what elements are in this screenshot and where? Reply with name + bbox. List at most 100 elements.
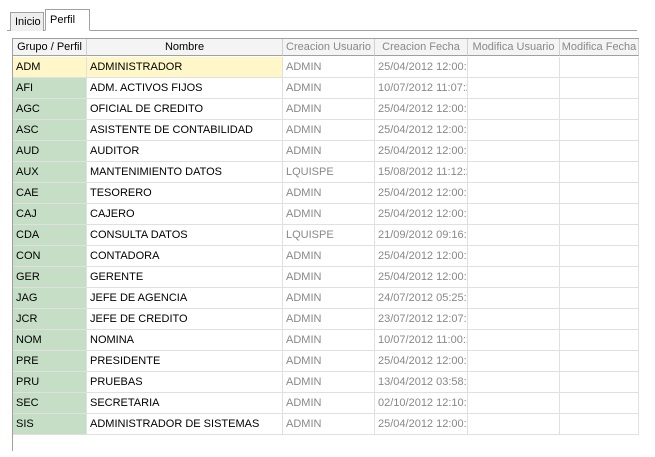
creacion-usuario-cell[interactable]: ADMIN	[283, 141, 375, 162]
column-header-nombre[interactable]: Nombre	[87, 39, 283, 56]
creacion-fecha-cell[interactable]: 25/04/2012 12:00:00	[375, 414, 468, 435]
modifica-fecha-cell[interactable]	[560, 204, 639, 225]
nombre-cell[interactable]: AUDITOR	[87, 141, 283, 162]
creacion-usuario-cell[interactable]: ADMIN	[283, 99, 375, 120]
grupo-cell[interactable]: ASC	[13, 120, 87, 141]
nombre-cell[interactable]: ADMINISTRADOR	[87, 57, 283, 78]
table-row[interactable]: CONCONTADORAADMIN25/04/2012 12:00:00	[13, 246, 639, 267]
table-row[interactable]: SIS ADMINISTRADOR DE SISTEMAS ADMIN 25/04/2…	[13, 414, 639, 435]
modifica-fecha-cell[interactable]	[560, 414, 639, 435]
modifica-fecha-cell[interactable]	[560, 141, 639, 162]
nombre-cell[interactable]: CAJERO	[87, 204, 283, 225]
grupo-cell[interactable]: CAE	[13, 183, 87, 204]
grupo-cell[interactable]: PRU	[13, 372, 87, 393]
grupo-cell[interactable]: NOM	[13, 330, 87, 351]
creacion-fecha-cell[interactable]: 25/04/2012 12:00:00	[375, 99, 468, 120]
creacion-usuario-cell[interactable]: ADMIN	[283, 288, 375, 309]
modifica-fecha-cell[interactable]	[560, 225, 639, 246]
creacion-fecha-cell[interactable]: 25/04/2012 12:00:00	[375, 246, 468, 267]
creacion-usuario-cell[interactable]: LQUISPE	[283, 225, 375, 246]
modifica-usuario-cell[interactable]	[468, 351, 560, 372]
column-header-grupo-perfil[interactable]: Grupo / Perfil	[13, 39, 87, 56]
modifica-usuario-cell[interactable]	[468, 78, 560, 99]
grupo-cell[interactable]: JAG	[13, 288, 87, 309]
table-row[interactable]: ADMADMINISTRADORADMIN25/04/2012 12:00:00	[13, 57, 639, 78]
modifica-fecha-cell[interactable]	[560, 78, 639, 99]
nombre-cell[interactable]: JEFE DE CREDITO	[87, 309, 283, 330]
nombre-cell[interactable]: ADM. ACTIVOS FIJOS	[87, 78, 283, 99]
creacion-usuario-cell[interactable]: ADMIN	[283, 267, 375, 288]
creacion-fecha-cell[interactable]: 13/04/2012 03:58:50	[375, 372, 468, 393]
nombre-cell[interactable]: CONTADORA	[87, 246, 283, 267]
nombre-cell[interactable]: ASISTENTE DE CONTABILIDAD	[87, 120, 283, 141]
modifica-usuario-cell[interactable]	[468, 393, 560, 414]
grupo-cell[interactable]: AUX	[13, 162, 87, 183]
table-row[interactable]: PRUPRUEBASADMIN13/04/2012 03:58:50	[13, 372, 639, 393]
creacion-usuario-cell[interactable]: ADMIN	[283, 351, 375, 372]
modifica-fecha-cell[interactable]	[560, 120, 639, 141]
creacion-usuario-cell[interactable]: LQUISPE	[283, 162, 375, 183]
nombre-cell[interactable]: SECRETARIA	[87, 393, 283, 414]
table-row[interactable]: AUDAUDITORADMIN25/04/2012 12:00:00	[13, 141, 639, 162]
table-row[interactable]: NOM NOMINA ADMIN 10/07/2012 11:00:11	[13, 330, 639, 351]
modifica-usuario-cell[interactable]	[468, 288, 560, 309]
creacion-fecha-cell[interactable]: 21/09/2012 09:16:27	[375, 225, 468, 246]
nombre-cell[interactable]: GERENTE	[87, 267, 283, 288]
creacion-fecha-cell[interactable]: 25/04/2012 12:00:00	[375, 120, 468, 141]
grupo-cell[interactable]: SIS	[13, 414, 87, 435]
table-row[interactable]: AGC OFICIAL DE CREDITO ADMIN 25/04/2012 12:…	[13, 99, 639, 120]
creacion-usuario-cell[interactable]: ADMIN	[283, 414, 375, 435]
table-row[interactable]: CAETESOREROADMIN25/04/2012 12:00:00	[13, 183, 639, 204]
modifica-fecha-cell[interactable]	[560, 162, 639, 183]
grupo-cell[interactable]: ADM	[13, 57, 87, 78]
creacion-fecha-cell[interactable]: 25/04/2012 12:00:00	[375, 183, 468, 204]
creacion-fecha-cell[interactable]: 25/04/2012 12:00:00	[375, 267, 468, 288]
creacion-fecha-cell[interactable]: 02/10/2012 12:10:47	[375, 393, 468, 414]
modifica-usuario-cell[interactable]	[468, 225, 560, 246]
creacion-fecha-cell[interactable]: 10/07/2012 11:07:27	[375, 78, 468, 99]
table-row[interactable]: SECSECRETARIAADMIN02/10/2012 12:10:47	[13, 393, 639, 414]
creacion-usuario-cell[interactable]: ADMIN	[283, 246, 375, 267]
column-header-creacion-fecha[interactable]: Creacion Fecha	[375, 39, 468, 56]
table-row[interactable]: CAJCAJEROADMIN25/04/2012 12:00:00	[13, 204, 639, 225]
modifica-usuario-cell[interactable]	[468, 183, 560, 204]
nombre-cell[interactable]: PRESIDENTE	[87, 351, 283, 372]
table-row[interactable]: PREPRESIDENTEADMIN25/04/2012 12:00:00	[13, 351, 639, 372]
modifica-fecha-cell[interactable]	[560, 393, 639, 414]
creacion-usuario-cell[interactable]: ADMIN	[283, 309, 375, 330]
modifica-fecha-cell[interactable]	[560, 246, 639, 267]
modifica-usuario-cell[interactable]	[468, 57, 560, 78]
modifica-usuario-cell[interactable]	[468, 204, 560, 225]
grupo-cell[interactable]: CON	[13, 246, 87, 267]
nombre-cell[interactable]: CONSULTA DATOS	[87, 225, 283, 246]
table-row[interactable]: AUX MANTENIMIENTO DATOS LQUISPE 15/08/2012 …	[13, 162, 639, 183]
modifica-usuario-cell[interactable]	[468, 267, 560, 288]
grupo-cell[interactable]: AFI	[13, 78, 87, 99]
modifica-usuario-cell[interactable]	[468, 414, 560, 435]
grupo-cell[interactable]: AGC	[13, 99, 87, 120]
nombre-cell[interactable]: JEFE DE AGENCIA	[87, 288, 283, 309]
creacion-fecha-cell[interactable]: 15/08/2012 11:12:21	[375, 162, 468, 183]
creacion-usuario-cell[interactable]: ADMIN	[283, 393, 375, 414]
creacion-usuario-cell[interactable]: ADMIN	[283, 372, 375, 393]
creacion-fecha-cell[interactable]: 25/04/2012 12:00:00	[375, 351, 468, 372]
grupo-cell[interactable]: AUD	[13, 141, 87, 162]
nombre-cell[interactable]: PRUEBAS	[87, 372, 283, 393]
creacion-fecha-cell[interactable]: 25/04/2012 12:00:00	[375, 204, 468, 225]
column-header-modifica-fecha[interactable]: Modifica Fecha	[560, 39, 639, 56]
grupo-cell[interactable]: CAJ	[13, 204, 87, 225]
modifica-fecha-cell[interactable]	[560, 99, 639, 120]
creacion-usuario-cell[interactable]: ADMIN	[283, 204, 375, 225]
nombre-cell[interactable]: OFICIAL DE CREDITO	[87, 99, 283, 120]
table-row[interactable]: AFI ADM. ACTIVOS FIJOS ADMIN 10/07/2012 11:…	[13, 78, 639, 99]
modifica-usuario-cell[interactable]	[468, 162, 560, 183]
modifica-fecha-cell[interactable]	[560, 57, 639, 78]
table-row[interactable]: JAG JEFE DE AGENCIA ADMIN 24/07/2012 05:25:…	[13, 288, 639, 309]
creacion-fecha-cell[interactable]: 23/07/2012 12:07:07	[375, 309, 468, 330]
column-header-modifica-usuario[interactable]: Modifica Usuario	[468, 39, 560, 56]
grupo-cell[interactable]: JCR	[13, 309, 87, 330]
table-row[interactable]: GERGERENTEADMIN25/04/2012 12:00:00	[13, 267, 639, 288]
creacion-usuario-cell[interactable]: ADMIN	[283, 183, 375, 204]
modifica-usuario-cell[interactable]	[468, 141, 560, 162]
grupo-cell[interactable]: PRE	[13, 351, 87, 372]
